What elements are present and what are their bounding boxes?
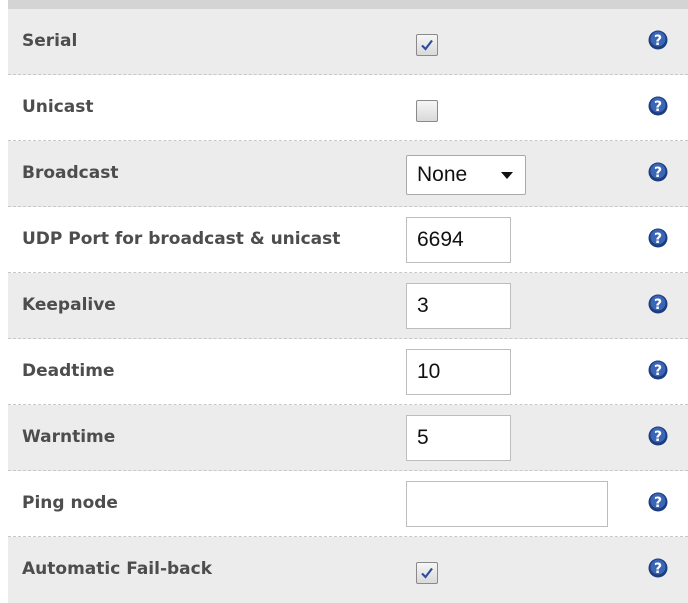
- row-ping-node: Ping node ?: [8, 471, 688, 537]
- auto-failback-checkbox[interactable]: [416, 562, 438, 584]
- keepalive-input[interactable]: 3: [406, 283, 511, 329]
- row-auto-failback: Automatic Fail-back ?: [8, 537, 688, 603]
- serial-label: Serial: [22, 31, 78, 51]
- checkmark-icon: [421, 39, 433, 51]
- row-deadtime: Deadtime 10 ?: [8, 339, 688, 405]
- cluster-settings-form: Serial ? Unicast ? Broadcast None ? UDP …: [8, 9, 688, 603]
- help-icon[interactable]: ?: [648, 360, 668, 380]
- deadtime-input[interactable]: 10: [406, 349, 511, 395]
- help-icon[interactable]: ?: [648, 228, 668, 248]
- help-icon[interactable]: ?: [648, 492, 668, 512]
- row-keepalive: Keepalive 3 ?: [8, 273, 688, 339]
- serial-checkbox[interactable]: [416, 34, 438, 56]
- row-warntime: Warntime 5 ?: [8, 405, 688, 471]
- ping-node-label: Ping node: [22, 493, 118, 513]
- broadcast-label: Broadcast: [22, 163, 119, 183]
- help-icon[interactable]: ?: [648, 558, 668, 578]
- svg-text:?: ?: [654, 33, 662, 49]
- top-divider-strip: [8, 0, 688, 9]
- deadtime-label: Deadtime: [22, 361, 115, 381]
- unicast-label: Unicast: [22, 97, 94, 117]
- row-udp-port: UDP Port for broadcast & unicast 6694 ?: [8, 207, 688, 273]
- broadcast-select[interactable]: None: [406, 155, 526, 195]
- chevron-down-icon: [501, 172, 513, 179]
- row-broadcast: Broadcast None ?: [8, 141, 688, 207]
- svg-text:?: ?: [654, 363, 662, 379]
- svg-text:?: ?: [654, 99, 662, 115]
- svg-text:?: ?: [654, 297, 662, 313]
- svg-text:?: ?: [654, 165, 662, 181]
- help-icon[interactable]: ?: [648, 294, 668, 314]
- help-icon[interactable]: ?: [648, 30, 668, 50]
- udp-port-label: UDP Port for broadcast & unicast: [22, 229, 341, 249]
- help-icon[interactable]: ?: [648, 96, 668, 116]
- warntime-input[interactable]: 5: [406, 415, 511, 461]
- checkmark-icon: [421, 567, 433, 579]
- ping-node-input[interactable]: [406, 481, 608, 527]
- keepalive-label: Keepalive: [22, 295, 116, 315]
- svg-text:?: ?: [654, 231, 662, 247]
- broadcast-select-value: None: [417, 163, 468, 186]
- unicast-checkbox[interactable]: [416, 100, 438, 122]
- row-unicast: Unicast ?: [8, 75, 688, 141]
- warntime-label: Warntime: [22, 427, 116, 447]
- auto-failback-label: Automatic Fail-back: [22, 559, 213, 579]
- svg-text:?: ?: [654, 429, 662, 445]
- help-icon[interactable]: ?: [648, 426, 668, 446]
- svg-text:?: ?: [654, 495, 662, 511]
- row-serial: Serial ?: [8, 9, 688, 75]
- help-icon[interactable]: ?: [648, 162, 668, 182]
- svg-text:?: ?: [654, 561, 662, 577]
- udp-port-input[interactable]: 6694: [406, 217, 511, 263]
